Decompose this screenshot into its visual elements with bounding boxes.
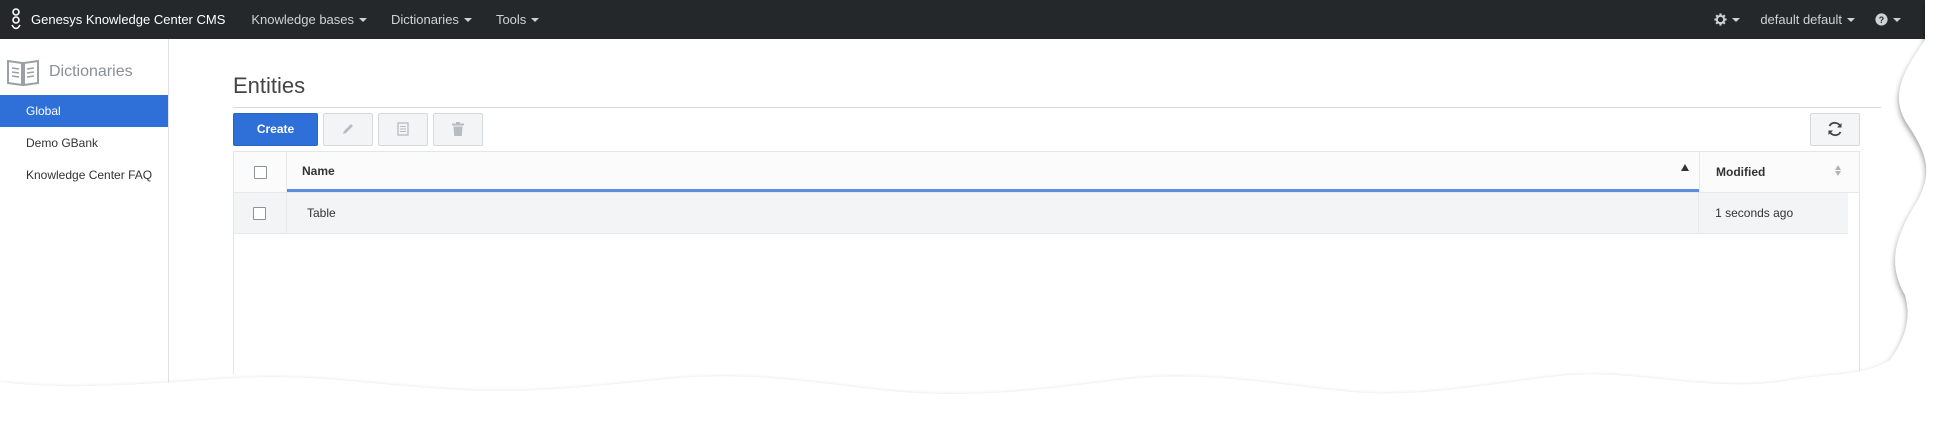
table-header: Name Modified (234, 152, 1859, 193)
caret-down-icon (1893, 17, 1901, 22)
row-name: Table (306, 206, 336, 220)
svg-text:?: ? (1879, 15, 1884, 25)
navbar-right: default default ? (1704, 0, 1925, 39)
column-label: Name (302, 163, 335, 178)
brand-label: Genesys Knowledge Center CMS (31, 12, 226, 27)
toolbar: Create (233, 112, 1865, 146)
gear-icon (1714, 13, 1727, 26)
column-header-name[interactable]: Name (287, 152, 1699, 192)
caret-down-icon (359, 17, 368, 22)
select-all-checkbox[interactable] (253, 165, 267, 179)
top-navbar: Genesys Knowledge Center CMS Knowledge b… (0, 0, 1925, 39)
main-content: Entities Create Name Modified Table 1 se… (233, 39, 1883, 374)
sidebar-item-demo-gbank[interactable]: Demo GBank (0, 127, 168, 159)
brand[interactable]: Genesys Knowledge Center CMS (0, 0, 225, 39)
user-name: default default (1760, 12, 1842, 27)
select-all-cell (234, 152, 287, 192)
column-label: Modified (1716, 165, 1766, 179)
book-icon (7, 59, 39, 87)
sidebar: Dictionaries Global Demo GBank Knowledge… (0, 39, 169, 424)
menu-knowledge-bases[interactable]: Knowledge bases (239, 0, 379, 39)
table-row[interactable]: Table 1 seconds ago (234, 193, 1848, 234)
edit-button[interactable] (323, 112, 373, 146)
caret-down-icon (463, 17, 472, 22)
menu-label: Tools (495, 12, 527, 27)
menu-tools[interactable]: Tools (484, 0, 551, 39)
user-menu[interactable]: default default (1750, 0, 1865, 39)
question-circle-icon: ? (1875, 13, 1888, 26)
settings-menu[interactable] (1704, 0, 1750, 39)
trash-icon (452, 122, 464, 136)
copy-document-icon (397, 122, 409, 136)
delete-button[interactable] (433, 112, 483, 146)
entities-table: Name Modified Table 1 seconds ago (233, 151, 1860, 374)
sidebar-header: Dictionaries (0, 49, 168, 95)
duplicate-button[interactable] (378, 112, 428, 146)
menu-label: Knowledge bases (251, 12, 355, 27)
column-header-modified[interactable]: Modified (1699, 152, 1849, 192)
caret-down-icon (1847, 17, 1855, 22)
sidebar-item-global[interactable]: Global (0, 95, 168, 127)
menu-dictionaries[interactable]: Dictionaries (379, 0, 484, 39)
help-menu[interactable]: ? (1865, 0, 1911, 39)
sort-icon (1835, 165, 1841, 176)
sidebar-item-knowledge-center-faq[interactable]: Knowledge Center FAQ (0, 159, 168, 191)
sidebar-title: Dictionaries (49, 63, 133, 80)
genesys-logo-icon (11, 7, 21, 29)
pencil-icon (343, 124, 353, 134)
row-modified: 1 seconds ago (1698, 193, 1848, 233)
caret-down-icon (1732, 17, 1741, 22)
create-button[interactable]: Create (233, 112, 318, 146)
caret-down-icon (531, 17, 540, 22)
menu-label: Dictionaries (391, 12, 459, 27)
page-title: Entities (233, 73, 1881, 108)
sort-ascending-icon (1681, 164, 1689, 171)
row-checkbox[interactable] (253, 206, 267, 220)
refresh-button[interactable] (1810, 112, 1860, 146)
row-select-cell (234, 193, 287, 233)
refresh-icon (1828, 121, 1842, 137)
